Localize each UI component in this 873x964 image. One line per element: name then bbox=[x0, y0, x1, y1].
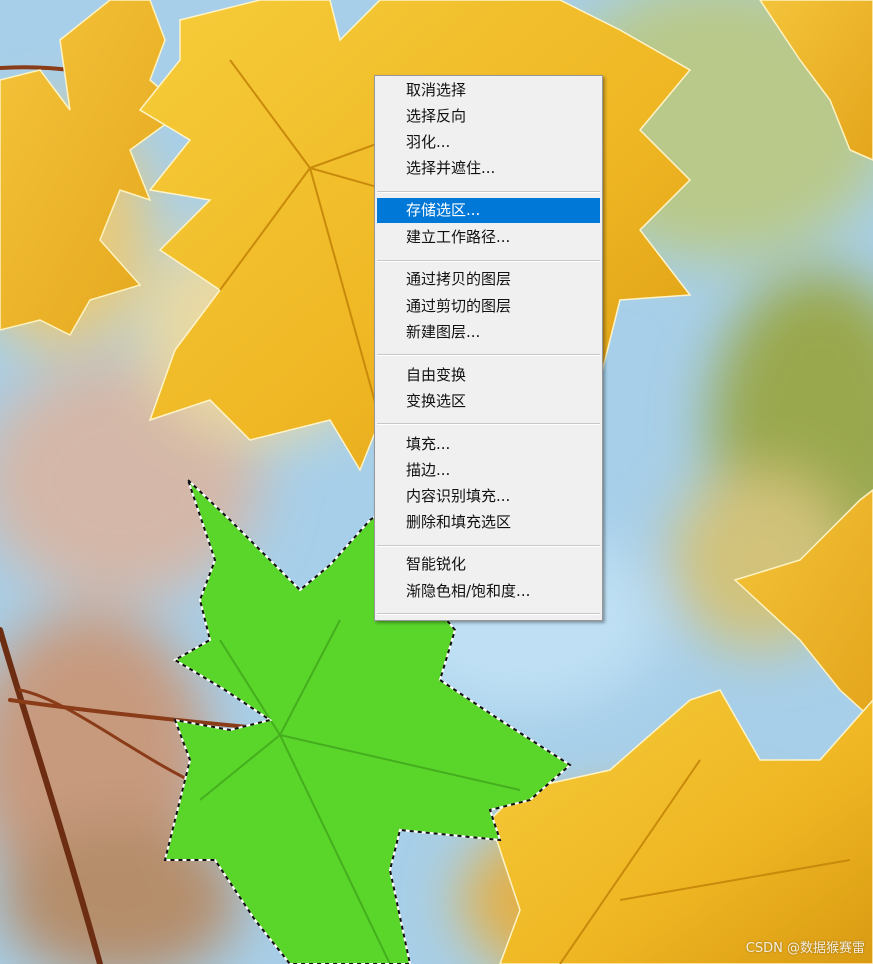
menu-item[interactable]: 羽化... bbox=[377, 130, 600, 155]
menu-item[interactable]: 取消选择 bbox=[377, 78, 600, 103]
menu-separator bbox=[377, 260, 600, 262]
menu-item[interactable]: 智能锐化 bbox=[377, 552, 600, 577]
menu-item[interactable]: 选择并遮住... bbox=[377, 156, 600, 181]
menu-item[interactable]: 选择反向 bbox=[377, 104, 600, 129]
menu-item[interactable]: 通过剪切的图层 bbox=[377, 294, 600, 319]
context-menu: 取消选择 选择反向 羽化... 选择并遮住... 存储选区... 建立工作路径... 通过拷… bbox=[374, 75, 603, 621]
menu-item[interactable]: 通过拷贝的图层 bbox=[377, 267, 600, 292]
menu-item[interactable]: 渐隐色相/饱和度... bbox=[377, 579, 600, 604]
watermark: CSDN @数据猴赛雷 bbox=[745, 941, 865, 956]
menu-item[interactable]: 描边... bbox=[377, 458, 600, 483]
menu-item[interactable]: 变换选区 bbox=[377, 389, 600, 414]
menu-item[interactable]: 自由变换 bbox=[377, 363, 600, 388]
menu-separator bbox=[377, 545, 600, 547]
menu-item[interactable]: 新建图层... bbox=[377, 320, 600, 345]
menu-separator bbox=[377, 613, 600, 615]
menu-item[interactable]: 填充... bbox=[377, 432, 600, 457]
menu-item[interactable]: 内容识别填充... bbox=[377, 484, 600, 509]
menu-item[interactable]: 存储选区... bbox=[377, 198, 600, 223]
menu-separator bbox=[377, 354, 600, 356]
menu-separator bbox=[377, 423, 600, 425]
menu-separator bbox=[377, 191, 600, 193]
menu-item[interactable]: 删除和填充选区 bbox=[377, 510, 600, 535]
menu-item[interactable]: 建立工作路径... bbox=[377, 225, 600, 250]
